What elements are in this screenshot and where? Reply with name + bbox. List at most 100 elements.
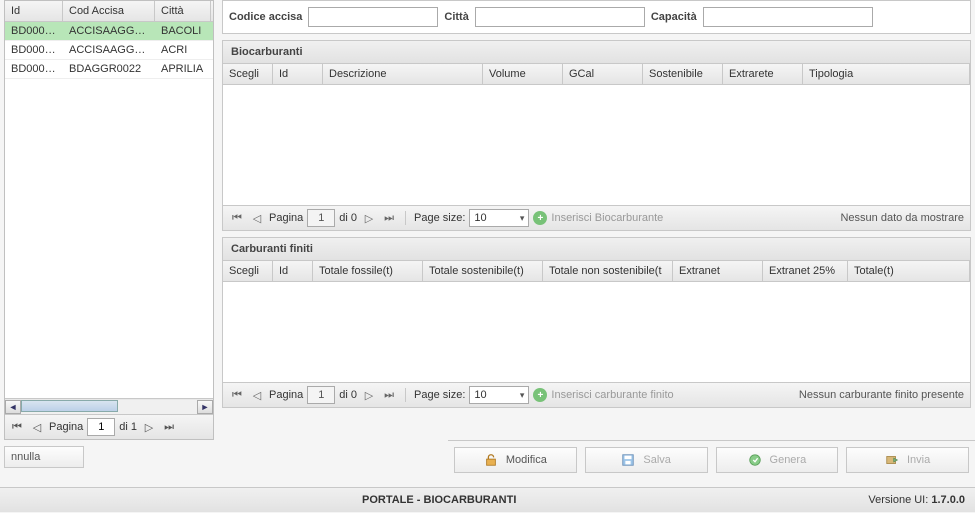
scroll-thumb[interactable]: [21, 400, 118, 412]
biocarburanti-section: Biocarburanti Scegli Id Descrizione Volu…: [222, 40, 971, 231]
generate-icon: [748, 453, 762, 467]
version-number: 1.7.0.0: [931, 494, 965, 506]
annulla-button[interactable]: nnulla: [4, 446, 84, 468]
cell-id: BD0001...: [5, 22, 63, 40]
col-volume[interactable]: Volume: [483, 64, 563, 84]
genera-button[interactable]: Genera: [716, 447, 839, 473]
col-citta[interactable]: Città: [155, 1, 211, 21]
page-size-label: Page size:: [414, 212, 465, 224]
cell-citta: ACRI: [155, 41, 211, 59]
biocarburanti-title: Biocarburanti: [223, 41, 970, 64]
prev-page-icon[interactable]: ◁: [249, 210, 265, 226]
left-pager: ⏮ ◁ Pagina di 1 ▷ ⏭: [5, 414, 213, 439]
right-panel: Codice accisa Città Capacità Biocarburan…: [222, 0, 971, 440]
carb-grid-body: [223, 282, 970, 382]
pager-of: di 1: [119, 421, 137, 433]
col-totale[interactable]: Totale(t): [848, 261, 970, 281]
col-totale-fossile[interactable]: Totale fossile(t): [313, 261, 423, 281]
col-id[interactable]: Id: [273, 64, 323, 84]
col-extranet-25[interactable]: Extranet 25%: [763, 261, 848, 281]
scroll-right-icon[interactable]: ►: [197, 400, 213, 414]
footer-bar: PORTALE - BIOCARBURANTI Versione UI: 1.7…: [0, 487, 975, 512]
pager-label: Pagina: [269, 212, 303, 224]
col-extranet[interactable]: Extranet: [673, 261, 763, 281]
col-id[interactable]: Id: [5, 1, 63, 21]
left-grid-body: BD0001... ACCISAAGGR... BACOLI BD0001...…: [5, 22, 213, 398]
table-row[interactable]: BD0001... ACCISAAGGR... BACOLI: [5, 22, 213, 41]
cell-cod: BDAGGR0022: [63, 60, 155, 78]
codice-accisa-label: Codice accisa: [229, 11, 302, 23]
page-input[interactable]: [87, 418, 115, 436]
page-input[interactable]: [307, 386, 335, 404]
col-tipologia[interactable]: Tipologia: [803, 64, 970, 84]
col-gcal[interactable]: GCal: [563, 64, 643, 84]
prev-page-icon[interactable]: ◁: [249, 387, 265, 403]
divider: [405, 388, 406, 402]
salva-label: Salva: [643, 454, 671, 466]
first-page-icon[interactable]: ⏮: [9, 419, 25, 435]
table-row[interactable]: BD0001... ACCISAAGGR... ACRI: [5, 41, 213, 60]
cell-citta: BACOLI: [155, 22, 211, 40]
divider: [405, 211, 406, 225]
capacita-label: Capacità: [651, 11, 697, 23]
invia-label: Invia: [907, 454, 930, 466]
carb-grid-header: Scegli Id Totale fossile(t) Totale soste…: [223, 261, 970, 282]
pager-label: Pagina: [49, 421, 83, 433]
scroll-track[interactable]: [21, 400, 197, 414]
bio-grid-body: [223, 85, 970, 205]
carburanti-title: Carburanti finiti: [223, 238, 970, 261]
left-grid-header: Id Cod Accisa Città: [5, 1, 213, 22]
salva-button[interactable]: Salva: [585, 447, 708, 473]
cell-cod: ACCISAAGGR...: [63, 22, 155, 40]
horizontal-scrollbar[interactable]: ◄ ►: [5, 398, 213, 414]
pager-of: di 0: [339, 389, 357, 401]
annulla-label: nnulla: [11, 451, 40, 463]
last-page-icon[interactable]: ⏭: [161, 419, 177, 435]
cell-citta: APRILIA: [155, 60, 211, 78]
citta-input[interactable]: [475, 7, 645, 27]
add-icon[interactable]: +: [533, 211, 547, 225]
send-icon: [885, 453, 899, 467]
invia-button[interactable]: Invia: [846, 447, 969, 473]
codice-accisa-input[interactable]: [308, 7, 438, 27]
col-totale-sostenibile[interactable]: Totale sostenibile(t): [423, 261, 543, 281]
carb-empty-text: Nessun carburante finito presente: [799, 389, 964, 401]
add-icon[interactable]: +: [533, 388, 547, 402]
scroll-left-icon[interactable]: ◄: [5, 400, 21, 414]
prev-page-icon[interactable]: ◁: [29, 419, 45, 435]
modifica-button[interactable]: Modifica: [454, 447, 577, 473]
page-size-select[interactable]: 10: [469, 209, 529, 227]
insert-carburante-link[interactable]: Inserisci carburante finito: [551, 389, 673, 401]
col-scegli[interactable]: Scegli: [223, 64, 273, 84]
footer-version: Versione UI: 1.7.0.0: [868, 494, 965, 506]
last-page-icon[interactable]: ⏭: [381, 210, 397, 226]
modifica-label: Modifica: [506, 454, 547, 466]
page-input[interactable]: [307, 209, 335, 227]
page-size-label: Page size:: [414, 389, 465, 401]
next-page-icon[interactable]: ▷: [141, 419, 157, 435]
citta-label: Città: [444, 11, 468, 23]
cell-id: BD0001...: [5, 41, 63, 59]
table-row[interactable]: BD0001... BDAGGR0022 APRILIA: [5, 60, 213, 79]
col-totale-non-sostenibile[interactable]: Totale non sostenibile(t: [543, 261, 673, 281]
first-page-icon[interactable]: ⏮: [229, 210, 245, 226]
genera-label: Genera: [770, 454, 807, 466]
col-extrarete[interactable]: Extrarete: [723, 64, 803, 84]
pager-of: di 0: [339, 212, 357, 224]
col-scegli[interactable]: Scegli: [223, 261, 273, 281]
col-descrizione[interactable]: Descrizione: [323, 64, 483, 84]
page-size-select[interactable]: 10: [469, 386, 529, 404]
left-grid: Id Cod Accisa Città BD0001... ACCISAAGGR…: [4, 0, 214, 440]
next-page-icon[interactable]: ▷: [361, 387, 377, 403]
col-cod-accisa[interactable]: Cod Accisa: [63, 1, 155, 21]
insert-biocarburante-link[interactable]: Inserisci Biocarburante: [551, 212, 663, 224]
capacita-input[interactable]: [703, 7, 873, 27]
cell-id: BD0001...: [5, 60, 63, 78]
next-page-icon[interactable]: ▷: [361, 210, 377, 226]
save-icon: [621, 453, 635, 467]
col-id[interactable]: Id: [273, 261, 313, 281]
bio-empty-text: Nessun dato da mostrare: [840, 212, 964, 224]
last-page-icon[interactable]: ⏭: [381, 387, 397, 403]
col-sostenibile[interactable]: Sostenibile: [643, 64, 723, 84]
first-page-icon[interactable]: ⏮: [229, 387, 245, 403]
